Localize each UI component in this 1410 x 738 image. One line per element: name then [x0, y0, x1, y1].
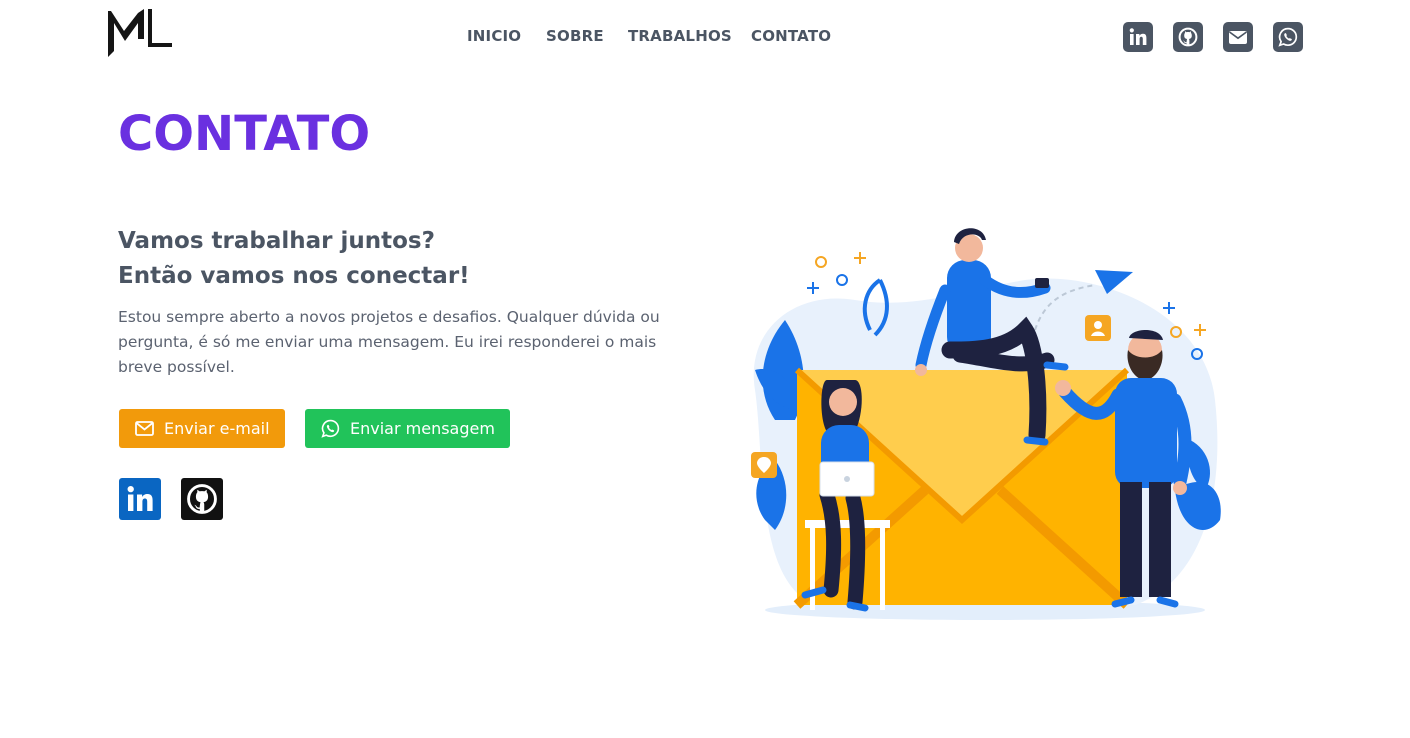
whatsapp-icon — [1278, 27, 1298, 47]
linkedin-icon — [1129, 28, 1147, 45]
nav-inicio[interactable]: INICIO — [467, 27, 521, 45]
nav-sobre[interactable]: SOBRE — [546, 27, 604, 45]
page-title: CONTATO — [118, 106, 371, 162]
subtitle-line-1: Vamos trabalhar juntos? — [118, 228, 435, 254]
header-whatsapp-link[interactable] — [1273, 22, 1303, 52]
contact-illustration — [751, 228, 1221, 620]
linkedin-link[interactable] — [119, 478, 161, 520]
send-whatsapp-label: Enviar mensagem — [350, 419, 495, 438]
envelope-icon — [1229, 31, 1247, 44]
nav-trabalhos[interactable]: TRABALHOS — [628, 27, 732, 45]
contact-description: Estou sempre aberto a novos projetos e d… — [118, 308, 660, 376]
send-email-button[interactable]: Enviar e-mail — [119, 409, 285, 448]
github-icon — [1178, 27, 1198, 47]
nav-contato[interactable]: CONTATO — [751, 27, 831, 45]
whatsapp-icon — [321, 419, 340, 438]
send-email-label: Enviar e-mail — [164, 419, 270, 438]
github-link[interactable] — [181, 478, 223, 520]
linkedin-icon — [127, 485, 153, 511]
subtitle-line-2: Então vamos nos conectar! — [118, 263, 470, 289]
header-github-link[interactable] — [1173, 22, 1203, 52]
header-linkedin-link[interactable] — [1123, 22, 1153, 52]
github-icon — [187, 484, 217, 514]
header-email-link[interactable] — [1223, 22, 1253, 52]
send-whatsapp-button[interactable]: Enviar mensagem — [305, 409, 510, 448]
envelope-icon — [135, 421, 154, 436]
